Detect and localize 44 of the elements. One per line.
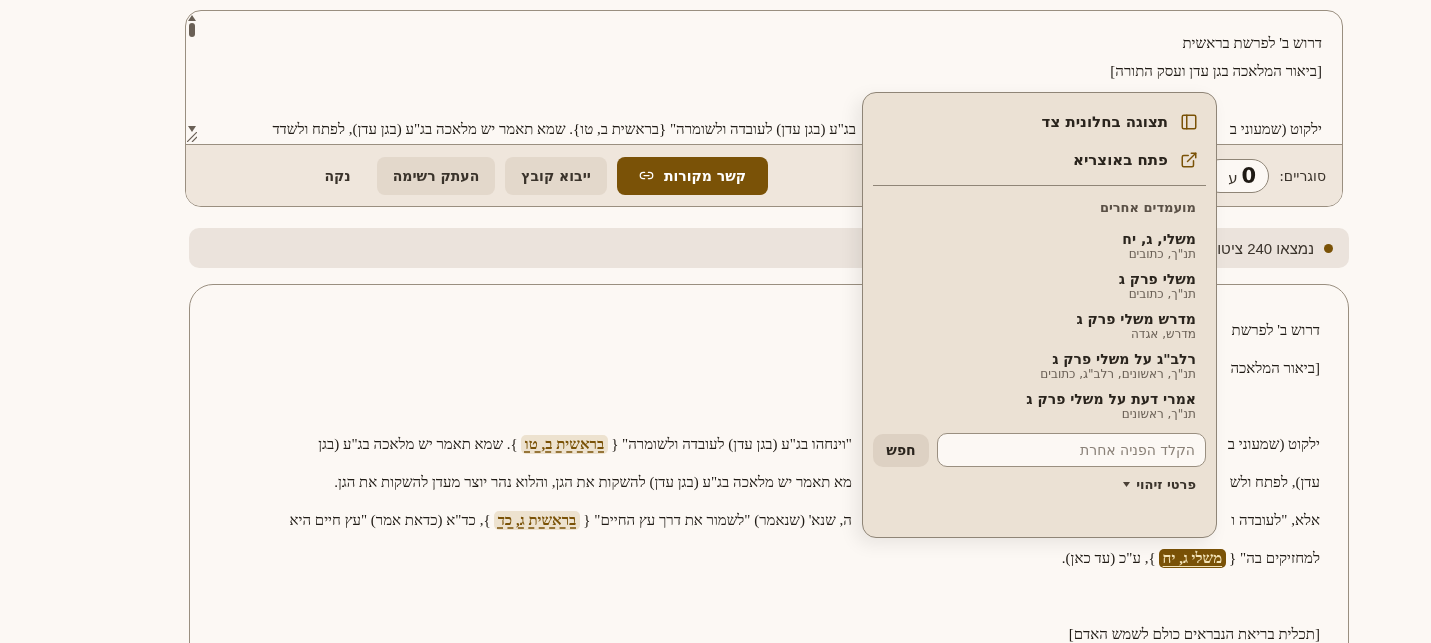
toolbar-button[interactable]: העתק רשימה [376,156,496,195]
scroll-up-icon[interactable] [188,15,196,21]
menu-item[interactable]: פתח באוצריא [873,141,1206,179]
candidate-item[interactable]: משלי פרק ג תנ"ך, כתובים [873,265,1206,305]
text-line: ה, שנא' (שנאמר) "לשמור את דרך עץ החיים" { בראשית ג, כד }, כד"א (כדאת אמר) "עץ חיים היא [289,510,852,530]
text-line: אלא, "לעובדה ו [1231,511,1320,529]
source-link[interactable]: בראשית ב, טו [520,434,609,454]
source-link[interactable]: משלי ג, יח [1158,548,1227,568]
brackets-count: 0 [1241,163,1257,188]
text-line: [ביאור המלאכה בגן עדן ועסק התורה] [1110,63,1322,80]
section-heading: מועמדים אחרים [1098,199,1197,217]
menu-item[interactable]: תצוגה בחלונית צד [873,103,1206,141]
text-line: ילקוט (שמעוני ב [1227,435,1320,453]
candidate-item[interactable]: אמרי דעת על משלי פרק ג תנ"ך, ראשונים [873,385,1206,425]
text-line: בג"ע (בגן עדן) לעובדה ולשומרה" {בראשית ב, טו}. שמא תאמר יש מלאכה בג"ע (בגן עדן), לפתח ולשדד [272,121,856,139]
brackets-unit: ע [1228,168,1238,187]
candidate-item[interactable]: משלי, ג, יח תנ"ך, כתובים [873,225,1206,265]
caret-icon [1123,482,1131,487]
link-sources-button[interactable]: קשר מקורות [616,156,769,195]
reference-input[interactable]: הקלד הפניה אחרת [937,433,1206,467]
text-line: [תכלית בריאת הנבראים כולם לשמש האדם] [1068,625,1320,643]
resize-grip-icon[interactable] [187,132,197,142]
candidate-item[interactable]: מדרש משלי פרק ג מדרש, אגדה [873,305,1206,345]
source-link[interactable]: בראשית ג, כד [493,510,581,530]
scroll-down-icon[interactable] [188,126,196,132]
external-link-icon [1180,151,1198,169]
text-line: מא תאמר יש מלאכה בג"ע (בגן עדן) להשקות את הגן, והלוא נהר יוצר מעדן להשקות את הגן. [334,473,852,491]
scrollbar-thumb[interactable] [189,23,195,37]
toolbar-button[interactable]: ייבוא קובץ [505,156,607,195]
candidate-item[interactable]: רלב"ג על משלי פרק ג תנ"ך, ראשונים, רלב"ג, כתובים [873,345,1206,385]
side-panel-icon [1180,113,1198,131]
status-dot [1324,243,1333,253]
details-toggle[interactable]: פרטי זיהוי [873,467,1206,492]
text-line: למחזיקים בה" { משלי ג, יח }, ע"כ (עד כאן). [1061,548,1320,568]
status-text: נמצאו 240 ציטו [1217,239,1314,257]
text-line: ילקוט (שמעוני ב [1229,121,1322,139]
text-line: "וינחהו בג"ע (בגן עדן) לעובדה ולשומרה" { בראשית ב, טו }. שמא תאמר יש מלאכה בג"ע (בגן [318,434,852,454]
text-line: [ביאור המלאכה [1230,359,1320,377]
brackets-label: סוגריים: [1279,167,1326,184]
text-line: עדן), לפתח ולש [1229,473,1320,491]
toolbar-button[interactable]: נקה [308,156,367,195]
text-line: דרוש ב' לפרשת [1231,321,1320,339]
text-line: דרוש ב' לפרשת בראשית [1182,34,1322,52]
search-button[interactable]: חפש [873,433,929,467]
